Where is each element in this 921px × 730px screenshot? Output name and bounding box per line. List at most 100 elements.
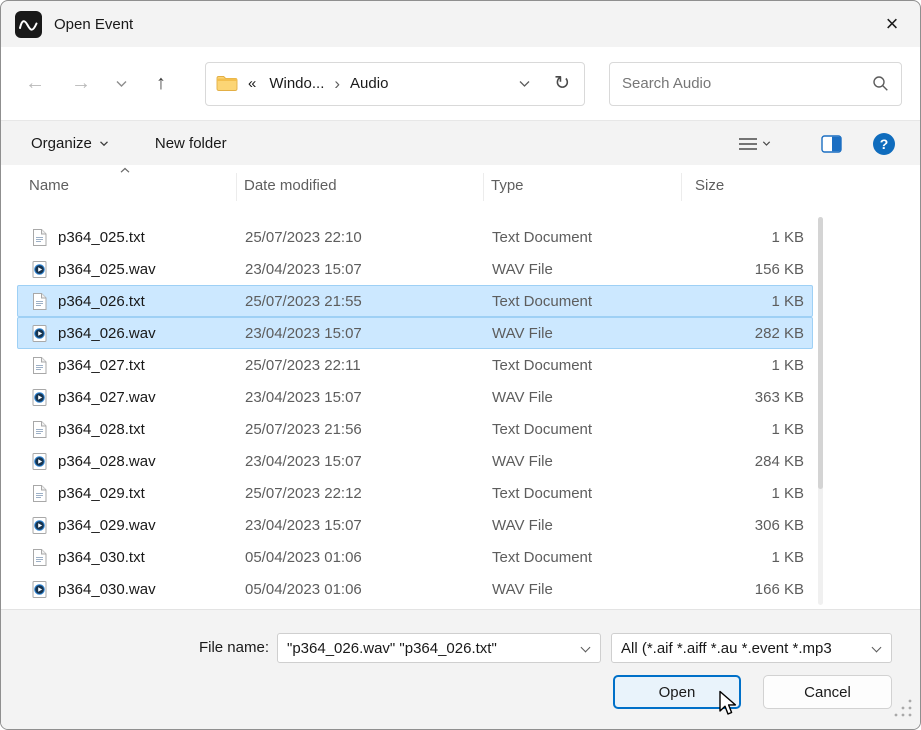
view-options-button[interactable] (739, 137, 771, 151)
scrollbar-thumb[interactable] (818, 217, 823, 489)
file-type-icon (18, 357, 58, 374)
back-button[interactable]: ← (17, 65, 53, 103)
file-type-icon (18, 517, 58, 534)
chevron-down-icon (872, 643, 882, 653)
file-row[interactable]: p364_026.wav 23/04/2023 15:07 WAV File 2… (17, 317, 813, 349)
column-header-size[interactable]: Size (695, 177, 724, 194)
resize-grip[interactable] (894, 699, 913, 723)
file-type-icon (18, 485, 58, 502)
new-folder-button[interactable]: New folder (155, 135, 227, 152)
file-size: 1 KB (658, 229, 812, 246)
organize-button[interactable]: Organize (31, 135, 109, 152)
file-name-combobox[interactable]: "p364_026.wav" "p364_026.txt" (277, 633, 601, 663)
file-date-modified: 23/04/2023 15:07 (245, 517, 492, 534)
column-divider[interactable] (681, 173, 682, 201)
close-button[interactable]: × (868, 1, 916, 46)
file-size: 1 KB (658, 293, 812, 310)
help-button[interactable]: ? (873, 133, 895, 155)
chevron-down-icon (581, 643, 591, 653)
file-size: 1 KB (658, 421, 812, 438)
sort-ascending-caret-icon (119, 167, 131, 174)
file-type: WAV File (492, 581, 658, 598)
file-row[interactable]: p364_029.txt 25/07/2023 22:12 Text Docum… (17, 477, 813, 509)
column-divider[interactable] (483, 173, 484, 201)
forward-button[interactable]: → (63, 65, 99, 103)
preview-pane-button[interactable] (821, 135, 842, 153)
file-row[interactable]: p364_025.wav 23/04/2023 15:07 WAV File 1… (17, 253, 813, 285)
file-row[interactable]: p364_030.txt 05/04/2023 01:06 Text Docum… (17, 541, 813, 573)
file-type: WAV File (492, 517, 658, 534)
breadcrumb-parent[interactable]: Windo... (266, 73, 327, 94)
address-bar[interactable]: « Windo... › Audio ↻ (205, 62, 585, 106)
app-logo-icon (15, 11, 42, 38)
file-row[interactable]: p364_030.wav 05/04/2023 01:06 WAV File 1… (17, 573, 813, 605)
file-name: p364_029.txt (58, 485, 245, 502)
details-view-icon (739, 137, 757, 151)
file-type-combobox[interactable]: All (*.aif *.aiff *.au *.event *.mp3 (611, 633, 892, 663)
file-row[interactable]: p364_025.txt 25/07/2023 22:10 Text Docum… (17, 221, 813, 253)
file-name: p364_028.txt (58, 421, 245, 438)
organize-label: Organize (31, 135, 92, 152)
file-date-modified: 23/04/2023 15:07 (245, 389, 492, 406)
file-type-icon (18, 325, 58, 342)
new-folder-label: New folder (155, 135, 227, 152)
up-button[interactable]: ↑ (143, 65, 179, 103)
refresh-button[interactable]: ↻ (554, 72, 570, 95)
column-header-type[interactable]: Type (491, 177, 524, 194)
recent-locations-chevron-icon[interactable] (109, 65, 133, 103)
column-header-row: Name Date modified Type Size (1, 165, 920, 209)
breadcrumb-current[interactable]: Audio (347, 73, 391, 94)
file-size: 1 KB (658, 485, 812, 502)
file-list-panel: Name Date modified Type Size p364_025.tx… (1, 165, 920, 609)
vertical-scrollbar[interactable] (818, 217, 823, 605)
chevron-down-icon (762, 140, 771, 147)
file-date-modified: 25/07/2023 22:10 (245, 229, 492, 246)
navigation-bar: ← → ↑ « Windo... › Audio ↻ (1, 47, 920, 121)
file-size: 284 KB (658, 453, 812, 470)
address-dropdown-chevron-icon[interactable] (518, 79, 531, 88)
file-name: p364_026.txt (58, 293, 245, 310)
column-header-date-modified[interactable]: Date modified (244, 177, 337, 194)
file-size: 1 KB (658, 357, 812, 374)
folder-icon (216, 75, 238, 92)
cancel-button[interactable]: Cancel (763, 675, 892, 709)
file-size: 166 KB (658, 581, 812, 598)
file-row[interactable]: p364_028.wav 23/04/2023 15:07 WAV File 2… (17, 445, 813, 477)
file-date-modified: 25/07/2023 22:12 (245, 485, 492, 502)
file-name: p364_025.wav (58, 261, 245, 278)
file-type-icon (18, 389, 58, 406)
file-size: 156 KB (658, 261, 812, 278)
file-name-label: File name: (163, 633, 269, 663)
file-row[interactable]: p364_027.wav 23/04/2023 15:07 WAV File 3… (17, 381, 813, 413)
file-name: p364_028.wav (58, 453, 245, 470)
file-row[interactable]: p364_027.txt 25/07/2023 22:11 Text Docum… (17, 349, 813, 381)
file-row[interactable]: p364_028.txt 25/07/2023 21:56 Text Docum… (17, 413, 813, 445)
open-event-dialog: Open Event × ← → ↑ « Windo... › Audio (0, 0, 921, 730)
file-type: Text Document (492, 421, 658, 438)
file-type-icon (18, 549, 58, 566)
file-type: WAV File (492, 325, 658, 342)
file-type-icon (18, 421, 58, 438)
column-header-name[interactable]: Name (29, 177, 69, 194)
column-divider[interactable] (236, 173, 237, 201)
preview-pane-icon (821, 135, 842, 153)
search-icon[interactable] (872, 75, 889, 92)
file-type-value: All (*.aif *.aiff *.au *.event *.mp3 (621, 640, 832, 657)
file-type: WAV File (492, 389, 658, 406)
file-type: WAV File (492, 261, 658, 278)
file-name: p364_027.txt (58, 357, 245, 374)
file-name-value: "p364_026.wav" "p364_026.txt" (287, 640, 497, 657)
file-size: 1 KB (658, 549, 812, 566)
file-size: 282 KB (658, 325, 812, 342)
file-type-icon (18, 453, 58, 470)
search-input[interactable] (622, 75, 872, 92)
file-name: p364_030.txt (58, 549, 245, 566)
open-button[interactable]: Open (613, 675, 741, 709)
file-row[interactable]: p364_026.txt 25/07/2023 21:55 Text Docum… (17, 285, 813, 317)
file-name: p364_029.wav (58, 517, 245, 534)
breadcrumb-overflow[interactable]: « (245, 73, 259, 94)
file-type: Text Document (492, 485, 658, 502)
file-type: Text Document (492, 549, 658, 566)
titlebar: Open Event × (1, 1, 920, 47)
file-row[interactable]: p364_029.wav 23/04/2023 15:07 WAV File 3… (17, 509, 813, 541)
